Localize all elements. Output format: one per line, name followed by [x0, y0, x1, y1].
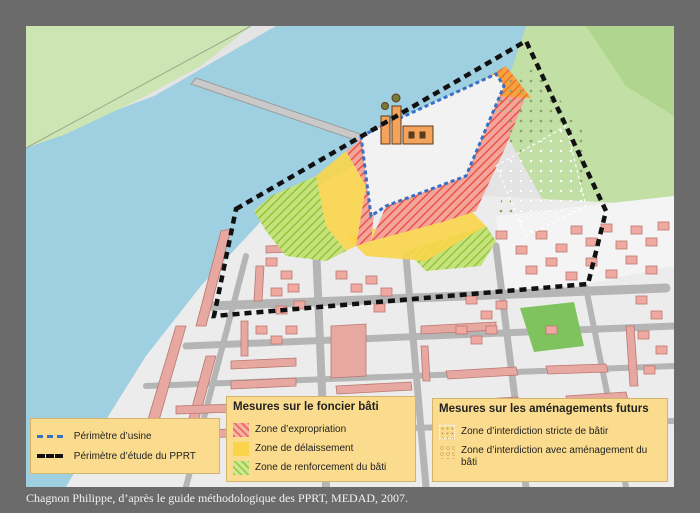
house [615, 240, 628, 250]
house [645, 265, 658, 275]
swatch-interdiction-amenagement [439, 445, 455, 459]
swatch-interdiction-stricte [439, 425, 455, 439]
house [555, 243, 568, 253]
house [605, 269, 618, 279]
house [650, 310, 663, 320]
house [637, 330, 650, 340]
house [655, 345, 668, 355]
house [545, 257, 558, 267]
house [335, 270, 348, 280]
house [495, 230, 508, 240]
house [373, 303, 386, 313]
legend-foncier-title: Mesures sur le foncier bâti [233, 401, 379, 413]
legend-label-pprt: Périmètre d’étude du PPRT [73, 451, 196, 462]
house [480, 310, 493, 320]
house [535, 230, 548, 240]
house [350, 283, 363, 293]
house [380, 287, 393, 297]
legend-amenagements: Mesures sur les aménagements futurs Zone… [432, 398, 668, 482]
house [270, 287, 283, 297]
house [265, 257, 278, 267]
map-area: Périmètre d’usine Périmètre d’étude du P… [26, 26, 674, 487]
house [495, 300, 508, 310]
map-frame: Périmètre d’usine Périmètre d’étude du P… [0, 0, 700, 513]
house [287, 283, 300, 293]
house [270, 335, 283, 345]
legend-label-interdiction-amenagement: Zone d’interdiction avec aménagement du … [461, 445, 648, 468]
house [625, 255, 638, 265]
house [255, 325, 268, 335]
legend-label-expropriation: Zone d’expropriation [255, 424, 347, 435]
legend-label-renforcement: Zone de renforcement du bâti [255, 462, 387, 473]
swatch-renforcement [233, 461, 249, 475]
legend-label-interdiction-stricte: Zone d’interdiction stricte de bâtir [461, 426, 609, 437]
house [630, 225, 643, 235]
legend-label-delaissement: Zone de délaissement [255, 443, 354, 454]
house [485, 325, 498, 335]
house [365, 275, 378, 285]
house [657, 221, 670, 231]
house [465, 295, 478, 305]
map-caption: Chagnon Philippe, d’après le guide métho… [26, 491, 409, 505]
swatch-expropriation [233, 423, 249, 437]
legend-label-usine: Périmètre d’usine [73, 431, 152, 442]
swatch-delaissement [233, 442, 249, 456]
house [515, 245, 528, 255]
legend-foncier: Mesures sur le foncier bâti Zone d’expro… [226, 396, 416, 482]
house [280, 270, 293, 280]
legend-amenagements-title: Mesures sur les aménagements futurs [439, 403, 649, 415]
house [643, 365, 656, 375]
house [285, 325, 298, 335]
house [545, 325, 558, 335]
legend-item-pprt: Périmètre d’étude du PPRT [37, 451, 196, 462]
dashed-blue-icon [37, 434, 63, 438]
house [525, 265, 538, 275]
house [470, 335, 483, 345]
house [645, 237, 658, 247]
house [565, 271, 578, 281]
house [455, 325, 468, 335]
legend-item-usine: Périmètre d’usine [37, 431, 152, 442]
house [635, 295, 648, 305]
dashed-black-icon [37, 454, 63, 459]
legend-perimeters: Périmètre d’usine Périmètre d’étude du P… [30, 418, 220, 474]
house [570, 225, 583, 235]
